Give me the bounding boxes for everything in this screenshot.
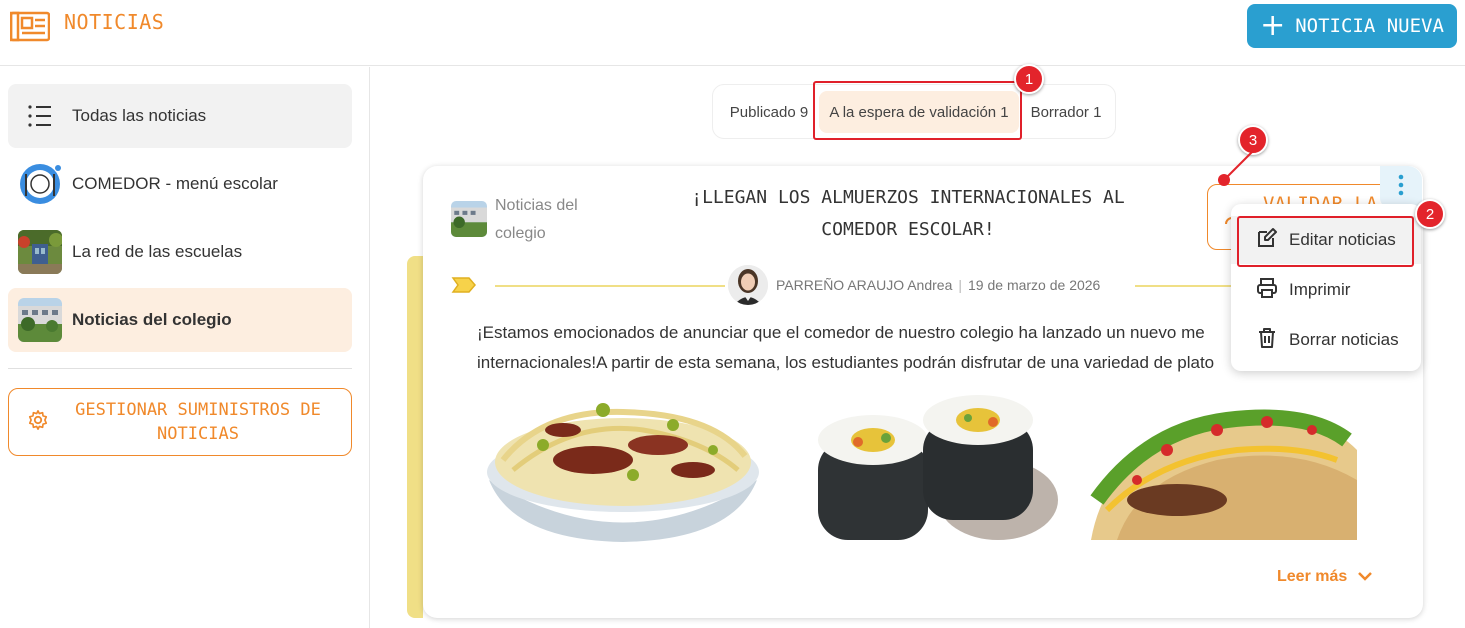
highlight-box-tab xyxy=(813,81,1022,140)
publish-date: 19 de marzo de 2026 xyxy=(968,277,1101,293)
tag-icon xyxy=(451,276,477,298)
sidebar-item-label: Noticias del colegio xyxy=(72,310,232,329)
sidebar-item-school-news[interactable]: Noticias del colegio xyxy=(8,288,352,352)
top-bar: NOTICIAS + NOTICIA NUEVA xyxy=(0,0,1465,66)
manage-feeds-label: GESTIONAR SUMINISTROS DE NOTICIAS xyxy=(75,400,321,444)
sidebar-item-comedor[interactable]: COMEDOR - menú escolar xyxy=(8,152,352,216)
printer-icon xyxy=(1255,276,1279,305)
card-accent-bar xyxy=(407,256,423,618)
highlight-box-edit xyxy=(1237,216,1414,267)
divider-line xyxy=(495,285,725,287)
new-news-button[interactable]: + NOTICIA NUEVA xyxy=(1247,4,1457,48)
avatar xyxy=(728,265,768,305)
plate-icon xyxy=(18,162,62,206)
author-name: PARREÑO ARAUJO Andrea xyxy=(776,277,953,293)
meta-separator: | xyxy=(958,277,963,293)
plus-icon: + xyxy=(1260,8,1286,43)
sidebar-item-label: La red de las escuelas xyxy=(72,242,243,261)
sidebar-item-label: Todas las noticias xyxy=(72,106,207,125)
read-more-link[interactable]: Leer más xyxy=(1277,568,1373,586)
news-meta: PARREÑO ARAUJO Andrea | 19 de marzo de 202… xyxy=(776,277,1100,293)
gear-icon xyxy=(27,409,49,435)
manage-feeds-button[interactable]: GESTIONAR SUMINISTROS DE NOTICIAS xyxy=(8,388,352,456)
more-vertical-icon xyxy=(1398,174,1404,200)
sushi-image xyxy=(798,390,1078,550)
newspaper-icon xyxy=(9,10,51,46)
annotation-badge-2: 2 xyxy=(1415,199,1445,229)
new-news-label: NOTICIA NUEVA xyxy=(1295,15,1444,37)
annotation-pointer xyxy=(1218,151,1253,186)
sidebar-item-label: COMEDOR - menú escolar xyxy=(72,174,278,193)
page-title: NOTICIAS xyxy=(64,10,165,34)
delete-news-menu-item[interactable]: Borrar noticias xyxy=(1231,316,1421,364)
source-thumbnail xyxy=(451,201,487,237)
sidebar-divider xyxy=(8,368,352,369)
building-thumbnail xyxy=(18,298,62,342)
more-options-button[interactable] xyxy=(1380,166,1422,208)
school-thumbnail xyxy=(18,230,62,274)
sidebar-item-all-news[interactable]: Todas las noticias xyxy=(8,84,352,148)
sidebar-item-school-network[interactable]: La red de las escuelas xyxy=(8,220,352,284)
trash-icon xyxy=(1255,326,1279,355)
chevron-down-icon xyxy=(1357,568,1373,586)
list-icon xyxy=(18,94,62,138)
tab-published[interactable]: Publicado 9 xyxy=(719,91,819,133)
read-more-label: Leer más xyxy=(1277,568,1348,585)
pasta-image xyxy=(483,390,763,550)
news-title: ¡LLEGAN LOS ALMUERZOS INTERNACIONALES AL… xyxy=(691,187,1125,240)
annotation-badge-1: 1 xyxy=(1014,64,1044,94)
sidebar: Todas las noticias COMEDOR - menú escola… xyxy=(0,67,370,628)
taco-image xyxy=(1087,390,1367,550)
menu-item-label: Borrar noticias xyxy=(1289,330,1399,349)
tab-draft[interactable]: Borrador 1 xyxy=(1021,91,1111,133)
news-source: Noticias del colegio xyxy=(495,197,578,242)
print-menu-item[interactable]: Imprimir xyxy=(1231,266,1421,314)
menu-item-label: Imprimir xyxy=(1289,280,1351,299)
